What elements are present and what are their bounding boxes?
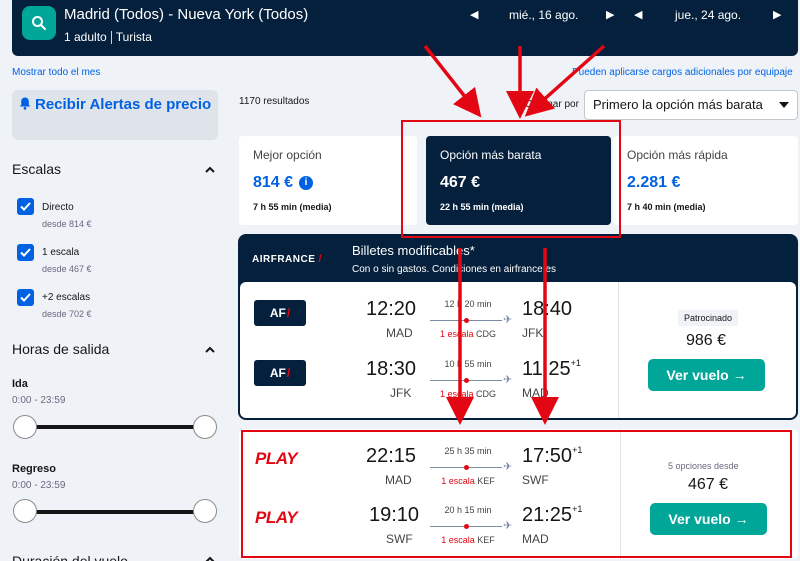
sort-selected-value: Primero la opción más barata: [593, 97, 763, 112]
route-text[interactable]: Madrid (Todos) - Nueva York (Todos): [64, 6, 308, 23]
separator: [110, 31, 112, 45]
departure-airport: MAD: [386, 326, 413, 340]
outbound-label: Ida: [12, 378, 28, 390]
stop-dot: [464, 318, 469, 323]
results-count: 1170 resultados: [239, 96, 310, 107]
info-icon[interactable]: i: [299, 176, 314, 190]
caret-down-icon: [779, 102, 789, 108]
arrival-airport: MAD: [522, 386, 549, 400]
sort-dropdown[interactable]: Primero la opción más barata: [584, 90, 798, 120]
cabin-class: Turista: [115, 30, 152, 44]
flight-duration: 10 h 55 min: [444, 359, 492, 369]
stops-count: 1 escala: [439, 329, 474, 339]
arrival-time: 18:40: [522, 298, 573, 320]
outbound-range: 0:00 - 23:59: [12, 395, 66, 406]
arrival-time: 11:25+1: [522, 358, 581, 380]
stops-one-price: desde 467 €: [42, 264, 92, 274]
sort-tab-duration: 7 h 55 min (media): [253, 202, 332, 212]
price-alert-button[interactable]: Recibir Alertas de precio: [12, 90, 218, 140]
plane-icon: ✈: [503, 314, 513, 326]
chevron-up-icon[interactable]: [204, 554, 216, 561]
route-line: [430, 318, 502, 323]
card-divider: [618, 282, 619, 418]
plane-icon: ✈: [503, 374, 513, 386]
price: 986 €: [686, 332, 727, 349]
stops-info: 1 escala CDG: [428, 329, 508, 339]
depart-date[interactable]: mié., 16 ago.: [509, 8, 578, 22]
sort-tab-label: Opción más rápida: [627, 148, 728, 162]
next-return-date-icon[interactable]: ▶: [773, 8, 781, 21]
return-time-slider[interactable]: [25, 510, 205, 514]
departure-time: 12:20: [366, 298, 417, 320]
airfrance-subline: Con o sin gastos. Condiciones en airfran…: [352, 264, 557, 275]
prev-return-date-icon[interactable]: ◀: [634, 8, 642, 21]
sort-tab-price: 814 €: [253, 174, 294, 191]
return-range: 0:00 - 23:59: [12, 480, 66, 491]
price-alert-label: Recibir Alertas de precio: [34, 96, 212, 113]
bell-icon: [19, 96, 35, 113]
sort-tab-label: Mejor opción: [253, 148, 322, 162]
stop-airport: CDG: [476, 329, 497, 339]
chevron-up-icon[interactable]: [204, 164, 216, 176]
return-slider-end-handle[interactable]: [193, 499, 217, 523]
prev-depart-date-icon[interactable]: ◀: [470, 8, 478, 21]
airfrance-brand-logo: AIRFRANCE /: [252, 254, 322, 265]
airfrance-brand-text: AIRFRANCE: [252, 254, 316, 265]
search-icon: [32, 16, 46, 30]
flight-duration: 12 h 20 min: [444, 299, 492, 309]
chevron-up-icon[interactable]: [204, 344, 216, 356]
baggage-fees-link[interactable]: Pueden aplicarse cargos adicionales por …: [572, 67, 793, 78]
annotation-box-cheapest: [401, 120, 621, 238]
return-slider-start-handle[interactable]: [13, 499, 37, 523]
stops-direct-label: Directo: [42, 202, 74, 213]
stop-airport: CDG: [476, 389, 497, 399]
stops-one-label: 1 escala: [42, 247, 80, 258]
next-depart-date-icon[interactable]: ▶: [606, 8, 614, 21]
passenger-count: 1 adulto: [64, 30, 107, 44]
duration-filter-title: Duración del vuelo: [12, 553, 128, 561]
stops-count: 1 escala: [439, 389, 474, 399]
search-summary-bar[interactable]: Madrid (Todos) - Nueva York (Todos) 1 ad…: [12, 0, 798, 56]
stops-info: 1 escala CDG: [428, 389, 508, 399]
route-line: [430, 378, 502, 383]
checkmark-icon: [20, 293, 31, 302]
departure-airport: JFK: [390, 386, 412, 400]
checkmark-icon: [20, 248, 31, 257]
outbound-slider-start-handle[interactable]: [13, 415, 37, 439]
sponsored-badge: Patrocinado: [678, 310, 739, 326]
sort-tab-price: 2.281 €: [627, 174, 681, 191]
checkmark-icon: [20, 202, 31, 211]
airline-logo-airfrance: AF /: [254, 360, 306, 386]
stops-filter-title: Escalas: [12, 161, 62, 177]
airfrance-itinerary-card[interactable]: AF/ 12:20 MAD 12 h 20 min ✈ 1 escala CDG…: [240, 282, 796, 418]
airfrance-sponsored-result[interactable]: AIRFRANCE / Billetes modificables* Con o…: [238, 234, 798, 420]
sort-tab-fastest[interactable]: Opción más rápida 2.281 € 7 h 40 min (me…: [613, 136, 798, 225]
stop-dot: [464, 378, 469, 383]
stops-two-plus-checkbox[interactable]: [17, 289, 34, 306]
airfrance-headline: Billetes modificables*: [352, 243, 475, 258]
departure-time: 18:30: [366, 358, 417, 380]
airline-logo-airfrance: AF /: [254, 300, 306, 326]
stops-two-plus-label: +2 escalas: [42, 292, 91, 303]
annotation-box-play-result: [241, 430, 792, 558]
stops-two-plus-price: desde 702 €: [42, 309, 92, 319]
sort-label: Ordenar por: [525, 99, 579, 110]
sort-tab-best[interactable]: Mejor opción 814 € i 7 h 55 min (media): [239, 136, 417, 225]
stops-direct-price: desde 814 €: [42, 219, 92, 229]
sort-tab-price-row: 814 € i: [253, 174, 417, 192]
search-button[interactable]: [22, 6, 56, 40]
outbound-slider-end-handle[interactable]: [193, 415, 217, 439]
passenger-summary[interactable]: 1 adulto Turista: [64, 30, 152, 45]
return-date[interactable]: jue., 24 ago.: [675, 8, 741, 22]
stops-direct-checkbox[interactable]: [17, 198, 34, 215]
sort-tab-duration: 7 h 40 min (media): [627, 202, 706, 212]
departure-times-title: Horas de salida: [12, 341, 110, 357]
show-month-link[interactable]: Mostrar todo el mes: [12, 67, 100, 78]
view-flight-button[interactable]: Ver vuelo →: [648, 359, 765, 391]
outbound-time-slider[interactable]: [25, 425, 205, 429]
stops-one-checkbox[interactable]: [17, 244, 34, 261]
return-label: Regreso: [12, 463, 57, 475]
arrival-airport: JFK: [522, 326, 544, 340]
